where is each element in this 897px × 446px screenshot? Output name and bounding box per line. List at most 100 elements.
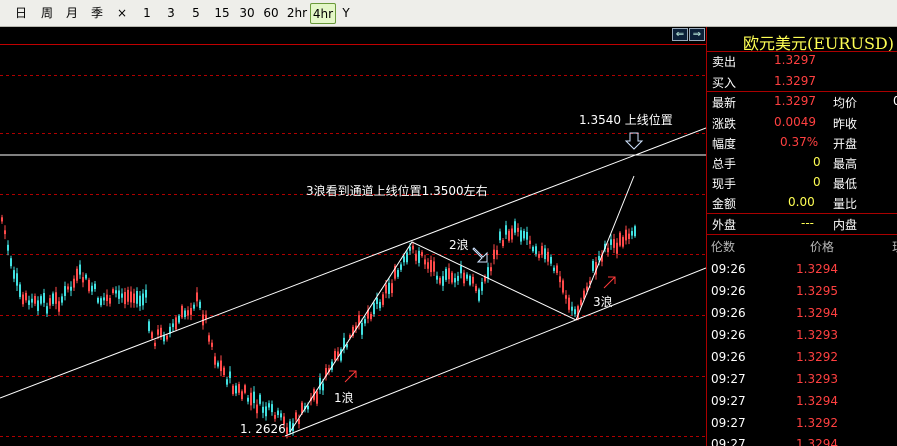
candle-body: [448, 268, 450, 280]
period-15min-button[interactable]: 15: [209, 3, 235, 24]
tick-price: 1.3292: [796, 416, 838, 430]
period-toolbar: 日 周 月 季 × 1 3 5 15 30 60 2hr 4hr Y: [0, 0, 897, 27]
candle-body: [634, 226, 636, 237]
candle-body: [232, 385, 234, 395]
change-label: 涨跌: [712, 117, 737, 131]
tick-price: 1.3293: [796, 372, 838, 386]
candle-body: [247, 397, 249, 402]
candle-body: [322, 383, 324, 391]
volume-value: 0: [813, 155, 821, 169]
candle-body: [409, 246, 411, 251]
candlestick-chart[interactable]: ⇐ ⇒ 1.3540 上线位置 3浪看到通道上线位置1.3500左右 1浪 2浪…: [0, 27, 706, 446]
amount-value: 0.00: [788, 195, 815, 209]
candle-body: [508, 230, 510, 241]
wave2-label: 2浪: [449, 238, 469, 252]
avg-label: 均价: [833, 96, 858, 110]
avg-value: 0: [893, 94, 897, 108]
candle-body: [166, 335, 168, 340]
candle-body: [118, 290, 120, 299]
outer-value: ---: [801, 216, 814, 230]
candle-body: [229, 371, 231, 378]
candle-body: [217, 362, 219, 367]
candle-body: [10, 258, 12, 267]
candle-body: [472, 276, 474, 284]
candle-body: [220, 360, 222, 372]
candle-body: [31, 298, 33, 303]
period-1min-button[interactable]: 1: [137, 3, 157, 24]
candle-body: [214, 356, 216, 365]
candle-body: [19, 284, 21, 297]
candle-body: [385, 284, 387, 294]
divider: [707, 234, 897, 235]
candle-body: [598, 256, 600, 261]
candle-body: [52, 293, 54, 304]
period-3min-button[interactable]: 3: [161, 3, 181, 24]
candle-body: [1, 217, 3, 222]
candle-body: [58, 301, 60, 312]
candle-body: [121, 293, 123, 298]
tick-time: 09:27: [711, 372, 746, 386]
scroll-left-icon[interactable]: ⇐: [672, 28, 688, 41]
tick-price: 1.3295: [796, 284, 838, 298]
scroll-right-icon[interactable]: ⇒: [689, 28, 705, 41]
candle-body: [364, 319, 366, 324]
buy-label: 买入: [712, 76, 737, 90]
candle-body: [103, 297, 105, 301]
candle-body: [256, 404, 258, 414]
candle-body: [574, 309, 576, 315]
sell-value: 1.3297: [774, 53, 816, 67]
candle-body: [478, 289, 480, 301]
candle-body: [523, 230, 525, 239]
candle-body: [268, 403, 270, 408]
period-60min-button[interactable]: 60: [258, 3, 284, 24]
candle-body: [520, 230, 522, 242]
change-value: 0.0049: [774, 115, 816, 129]
tick-price: 1.3294: [796, 394, 838, 408]
candle-body: [334, 351, 336, 361]
candle-body: [556, 265, 558, 273]
volume-ratio-label: 量比: [833, 197, 858, 211]
tick-time: 09:27: [711, 416, 746, 430]
candle-body: [463, 272, 465, 284]
candle-body: [295, 412, 297, 420]
candle-body: [541, 246, 543, 255]
tick-price: 1.3294: [796, 437, 838, 446]
period-close-button[interactable]: ×: [109, 3, 135, 24]
period-5min-button[interactable]: 5: [186, 3, 206, 24]
candle-body: [175, 317, 177, 330]
candle-body: [370, 313, 372, 320]
candle-body: [580, 299, 582, 306]
period-quarterly-button[interactable]: 季: [82, 3, 112, 24]
candle-body: [187, 310, 189, 316]
candle-body: [67, 286, 69, 290]
candle-body: [613, 239, 615, 248]
candle-body: [148, 321, 150, 332]
period-year-button[interactable]: Y: [337, 3, 355, 24]
candle-body: [133, 293, 135, 303]
candle-body: [373, 303, 375, 315]
candle-body: [400, 264, 402, 270]
candle-body: [130, 291, 132, 303]
candle-body: [439, 277, 441, 284]
candle-body: [76, 268, 78, 281]
inner-label: 内盘: [833, 218, 858, 232]
period-30min-button[interactable]: 30: [234, 3, 260, 24]
candle-body: [271, 404, 273, 413]
candle-body: [235, 385, 237, 394]
candle-body: [547, 251, 549, 262]
candle-body: [172, 323, 174, 328]
period-4hr-button[interactable]: 4hr: [310, 3, 336, 24]
candle-body: [529, 240, 531, 244]
candle-body: [61, 296, 63, 303]
period-2hr-button[interactable]: 2hr: [284, 3, 310, 24]
wave1-label: 1浪: [334, 391, 354, 405]
candle-body: [481, 281, 483, 291]
prev-close-label: 昨收: [833, 117, 858, 131]
candle-body: [286, 427, 288, 434]
candle-body: [160, 327, 162, 337]
candle-body: [427, 262, 429, 269]
candle-body: [49, 298, 51, 306]
candle-body: [181, 305, 183, 318]
candle-body: [544, 248, 546, 260]
candle-body: [619, 232, 621, 246]
